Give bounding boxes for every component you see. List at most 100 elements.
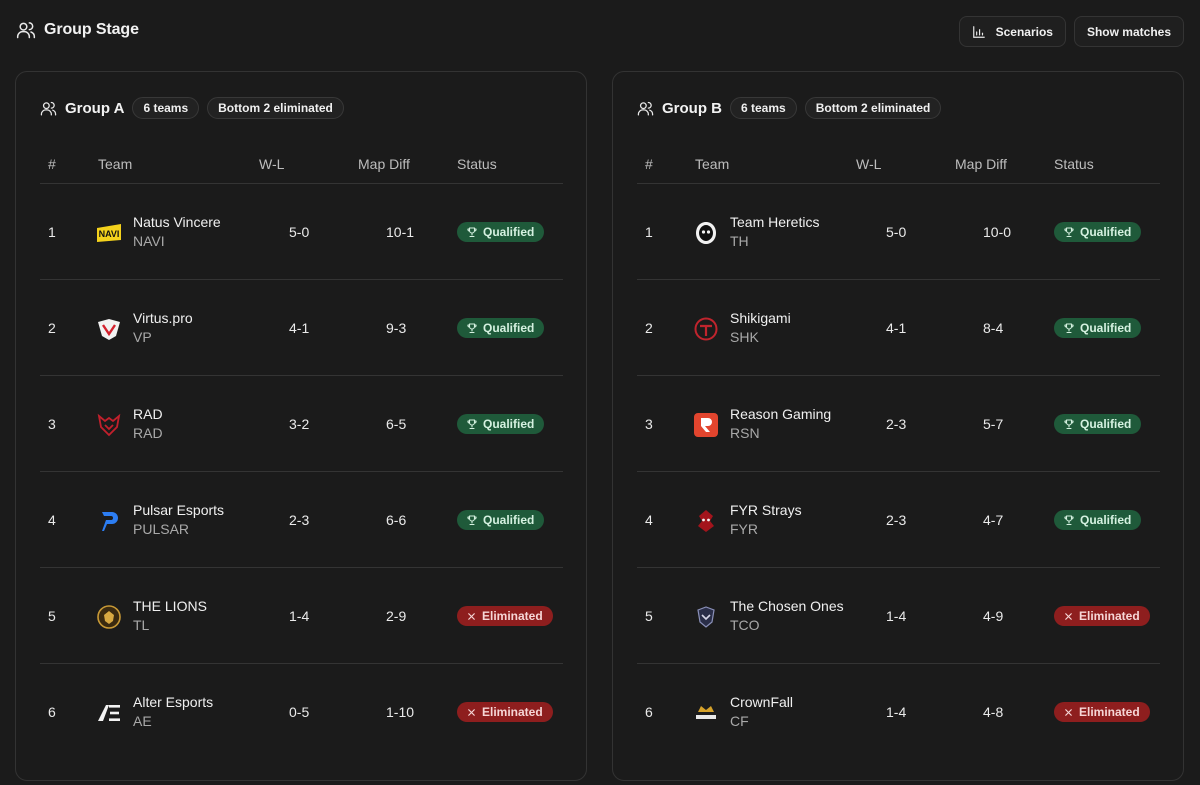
map-diff: 5-7	[983, 416, 1004, 432]
heretics-logo	[693, 220, 719, 246]
team-tag: AE	[133, 713, 152, 729]
pulsar-logo	[96, 508, 122, 534]
win-loss: 4-1	[886, 320, 907, 336]
trophy-icon	[467, 515, 477, 526]
navi-logo: NAVI	[96, 220, 122, 246]
team-rank: 3	[645, 416, 653, 432]
team-tag: CF	[730, 713, 749, 729]
team-name[interactable]: RAD	[133, 405, 283, 424]
status-label: Eliminated	[1079, 705, 1140, 719]
rad-logo	[96, 412, 122, 438]
team-name[interactable]: THE LIONS	[133, 597, 283, 616]
qualified-badge: Qualified	[457, 414, 545, 434]
team-name[interactable]: FYR Strays	[730, 501, 880, 520]
group-header: Group B 6 teams Bottom 2 eliminated	[637, 97, 949, 119]
win-loss: 2-3	[886, 416, 907, 432]
eliminated-badge: Eliminated	[1054, 606, 1150, 626]
team-rank: 5	[48, 608, 56, 624]
team-tag: TCO	[730, 617, 760, 633]
table-row[interactable]: 6 CrownFall CF 1-4 4-8 Eliminated	[637, 664, 1160, 760]
page-title-wrap: Group Stage	[16, 20, 139, 40]
eliminated-badge: Eliminated	[457, 606, 553, 626]
team-info: RAD RAD	[133, 376, 283, 472]
map-diff: 4-9	[983, 608, 1004, 624]
trophy-icon	[1064, 323, 1074, 334]
map-diff: 1-10	[386, 704, 415, 720]
team-info: Team Heretics TH	[730, 184, 880, 280]
status-label: Qualified	[1080, 225, 1132, 239]
status-label: Eliminated	[482, 705, 543, 719]
qualified-badge: Qualified	[1054, 222, 1142, 242]
map-diff: 10-0	[983, 224, 1012, 240]
virtuspro-logo	[96, 316, 122, 342]
team-name[interactable]: Pulsar Esports	[133, 501, 283, 520]
map-diff: 6-6	[386, 512, 407, 528]
table-row[interactable]: 5 THE LIONS TL 1-4 2-9 Eliminated	[40, 568, 563, 664]
table-row[interactable]: 4 Pulsar Esports PULSAR 2-3 6-6 Qualified	[40, 472, 563, 568]
qualified-badge: Qualified	[457, 222, 545, 242]
team-name[interactable]: The Chosen Ones	[730, 597, 880, 616]
eliminated-badge: Eliminated	[1054, 702, 1150, 722]
qualified-badge: Qualified	[1054, 510, 1142, 530]
team-tag: RAD	[133, 425, 163, 441]
col-wl: W-L	[856, 156, 882, 172]
bar-chart-icon	[972, 25, 985, 38]
table-row[interactable]: 2 Virtus.pro VP 4-1 9-3 Qualified	[40, 280, 563, 376]
trophy-icon	[1064, 515, 1074, 526]
table-row[interactable]: 4 FYR Strays FYR 2-3 4-7 Qualified	[637, 472, 1160, 568]
team-name[interactable]: Team Heretics	[730, 213, 880, 232]
team-tag: SHK	[730, 329, 759, 345]
group-title: Group B	[662, 99, 722, 117]
table-row[interactable]: 3 Reason Gaming RSN 2-3 5-7 Qualified	[637, 376, 1160, 472]
team-info: Natus Vincere NAVI	[133, 184, 283, 280]
win-loss: 5-0	[289, 224, 310, 240]
users-icon	[637, 101, 654, 116]
team-name[interactable]: Natus Vincere	[133, 213, 283, 232]
team-info: THE LIONS TL	[133, 568, 283, 664]
chosen-logo	[693, 604, 719, 630]
reason-logo	[693, 412, 719, 438]
team-info: FYR Strays FYR	[730, 472, 880, 568]
table-row[interactable]: 2 Shikigami SHK 4-1 8-4 Qualified	[637, 280, 1160, 376]
col-team: Team	[695, 156, 730, 172]
win-loss: 2-3	[289, 512, 310, 528]
status-label: Qualified	[483, 321, 535, 335]
team-tag: FYR	[730, 521, 758, 537]
show-matches-button[interactable]: Show matches	[1073, 16, 1184, 47]
x-icon	[468, 708, 475, 716]
svg-text:NAVI: NAVI	[99, 229, 120, 239]
table-header: # Team W-L Map Diff Status	[40, 148, 563, 184]
alter-logo	[96, 700, 122, 726]
team-info: Reason Gaming RSN	[730, 376, 880, 472]
users-icon	[16, 22, 36, 39]
group-card-a: Group A 6 teams Bottom 2 eliminated # Team W-…	[15, 71, 587, 781]
team-name[interactable]: Virtus.pro	[133, 309, 283, 328]
team-rank: 6	[48, 704, 56, 720]
top-bar: Group Stage Scenarios Show matches	[0, 0, 1200, 62]
map-diff: 8-4	[983, 320, 1004, 336]
team-info: Pulsar Esports PULSAR	[133, 472, 283, 568]
page-title: Group Stage	[44, 21, 139, 38]
group-title: Group A	[65, 99, 125, 117]
x-icon	[468, 612, 475, 620]
team-name[interactable]: CrownFall	[730, 693, 880, 712]
table-row[interactable]: 6 Alter Esports AE 0-5 1-10 Eliminated	[40, 664, 563, 760]
team-info: CrownFall CF	[730, 664, 880, 760]
table-row[interactable]: 3 RAD RAD 3-2 6-5 Qualified	[40, 376, 563, 472]
show-matches-label: Show matches	[1086, 24, 1171, 39]
team-name[interactable]: Alter Esports	[133, 693, 283, 712]
map-diff: 9-3	[386, 320, 407, 336]
status-label: Qualified	[1080, 513, 1132, 527]
team-rank: 6	[645, 704, 653, 720]
eliminated-badge: Eliminated	[457, 702, 553, 722]
scenarios-button[interactable]: Scenarios	[958, 16, 1066, 47]
teams-count-badge: 6 teams	[730, 97, 797, 119]
crownfall-logo	[693, 700, 719, 726]
team-name[interactable]: Reason Gaming	[730, 405, 880, 424]
table-row[interactable]: 5 The Chosen Ones TCO 1-4 4-9 Eliminated	[637, 568, 1160, 664]
team-name[interactable]: Shikigami	[730, 309, 880, 328]
group-card-b: Group B 6 teams Bottom 2 eliminated # Team W-…	[612, 71, 1184, 781]
win-loss: 1-4	[886, 608, 907, 624]
table-row[interactable]: 1 Team Heretics TH 5-0 10-0 Qualified	[637, 184, 1160, 280]
table-row[interactable]: 1 NAVI Natus Vincere NAVI 5-0 10-1 Qualified	[40, 184, 563, 280]
